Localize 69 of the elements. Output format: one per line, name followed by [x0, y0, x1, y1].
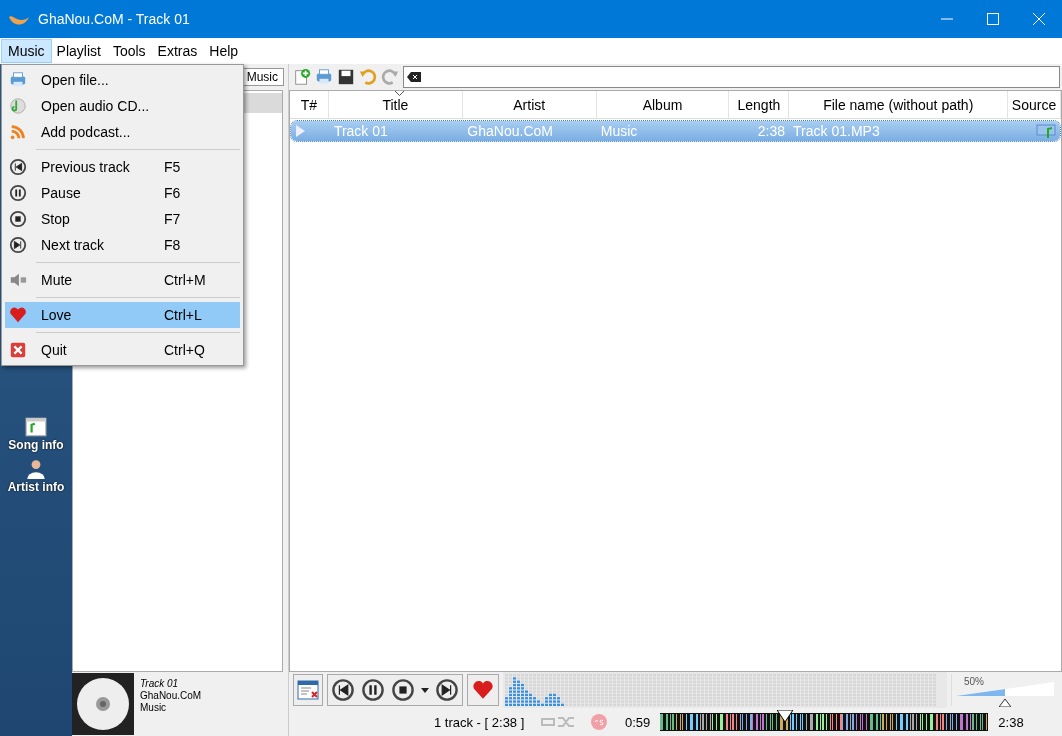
printer-icon [9, 71, 27, 89]
new-playlist-icon[interactable] [293, 68, 311, 86]
menu-item[interactable]: Previous track F5 [5, 154, 240, 180]
save-icon[interactable] [337, 68, 355, 86]
volume-reading: 50% [964, 676, 984, 687]
table-cell-text: Track 01 [332, 122, 389, 141]
column-header[interactable]: File name (without path) [789, 91, 1009, 118]
total-time: 2:38 [998, 714, 1024, 730]
app-logo-icon [8, 13, 30, 25]
menu-item[interactable]: Add podcast... [5, 119, 240, 145]
previous-icon[interactable] [331, 678, 355, 702]
clear-icon[interactable] [407, 72, 421, 82]
now-playing-album: Music [140, 702, 168, 714]
slider-thumb[interactable] [999, 699, 1011, 707]
table-cell-text: Music [599, 122, 639, 141]
now-playing-artist: GhaNou.CoM [140, 690, 202, 702]
pause-icon[interactable] [361, 678, 385, 702]
sidebar-item[interactable]: Artist info [7, 480, 65, 494]
table-cell-text: Track 01.MP3 [792, 122, 881, 141]
sidebar-item[interactable]: Song info [8, 438, 64, 452]
rss-icon [9, 123, 27, 141]
maximize-icon[interactable] [987, 13, 999, 25]
elapsed-time: 0:59 [625, 714, 651, 730]
menu-bar-item[interactable]: Help [203, 40, 245, 62]
position-track[interactable] [660, 713, 989, 731]
pause-icon [9, 184, 27, 202]
close-icon [9, 341, 27, 359]
position-thumb[interactable] [776, 710, 793, 722]
heart-icon[interactable] [472, 679, 494, 701]
menu-item[interactable]: Next track F8 [5, 232, 240, 258]
column-header[interactable]: Title [328, 91, 463, 118]
menu-item[interactable]: Pause F6 [5, 180, 240, 206]
next-icon[interactable] [435, 678, 459, 702]
cd-icon [9, 97, 27, 115]
previous-icon [9, 158, 27, 176]
volume-slider[interactable]: 50% [951, 674, 1058, 706]
menu-bar-item[interactable]: Music [2, 40, 51, 62]
menu-item[interactable]: Quit Ctrl+Q [5, 337, 240, 363]
song-info-icon [25, 416, 47, 438]
music-file-icon [1036, 123, 1056, 139]
close-icon[interactable] [1033, 13, 1045, 25]
heart-icon [9, 306, 27, 324]
next-icon [9, 236, 27, 254]
menu-item[interactable]: Open file... [5, 67, 240, 93]
column-header[interactable]: Length [729, 91, 790, 118]
now-playing-title: Track 01 [140, 678, 180, 690]
window-title: GhaNou.CoM - Track 01 [38, 11, 190, 27]
stop-icon [9, 210, 27, 228]
table-cell-text: GhaNou.CoM [466, 122, 554, 141]
table-cell-text: 2:38 [756, 122, 787, 141]
track-count: 1 track - [ 2:38 ] [434, 714, 526, 730]
sort-caret-icon [395, 91, 405, 96]
menu-item[interactable]: Stop F7 [5, 206, 240, 232]
column-header[interactable]: Source [1008, 91, 1061, 118]
filter-field[interactable] [403, 66, 1060, 88]
menu-item[interactable]: Mute Ctrl+M [5, 267, 240, 293]
column-header[interactable]: Album [596, 91, 730, 118]
menu-item[interactable]: Love Ctrl+L [5, 302, 240, 328]
person-icon [25, 458, 47, 480]
column-header[interactable]: T# [290, 91, 329, 118]
menu-bar-item[interactable]: Extras [151, 40, 204, 62]
menu-bar-item[interactable]: Playlist [50, 40, 107, 62]
window-button[interactable] [293, 674, 323, 706]
menu-bar-item[interactable]: Tools [106, 40, 152, 62]
column-header[interactable]: Artist [462, 91, 597, 118]
menu-item[interactable]: Open audio CD... [5, 93, 240, 119]
speaker-icon [9, 271, 27, 289]
stop-icon[interactable] [391, 678, 415, 702]
dropdown-caret-icon[interactable] [421, 687, 429, 693]
